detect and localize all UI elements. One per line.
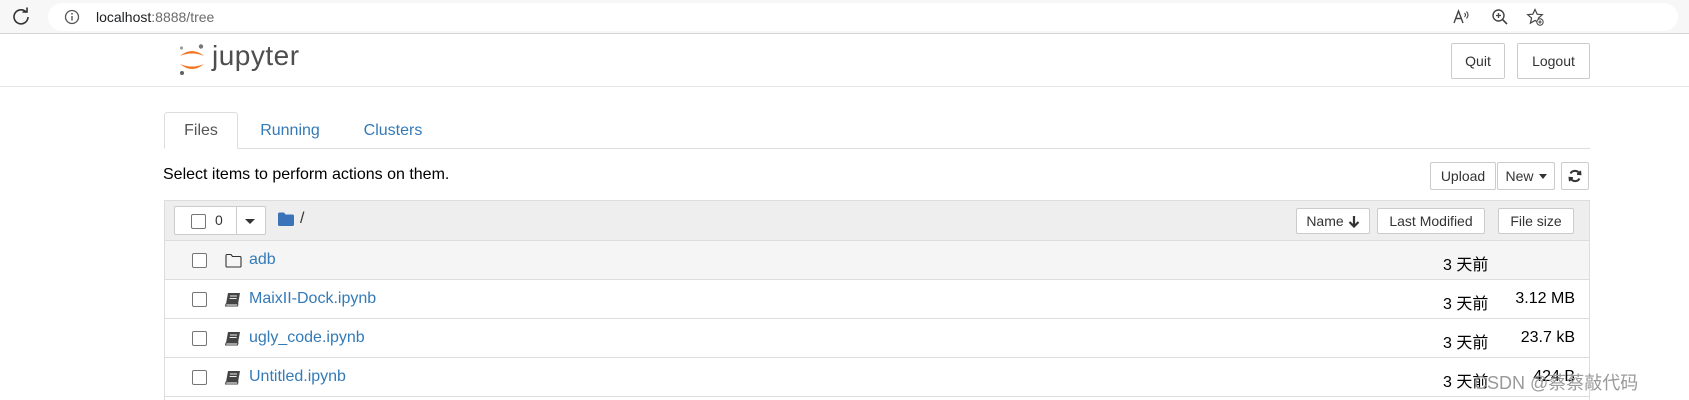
folder-outline-icon <box>225 253 242 268</box>
sort-by-name-button[interactable]: Name <box>1296 208 1370 234</box>
url-path: :8888/tree <box>151 9 215 25</box>
refresh-button[interactable] <box>1561 162 1589 190</box>
notebook-icon <box>225 293 240 307</box>
read-aloud-icon[interactable] <box>1452 8 1470 26</box>
row-checkbox[interactable] <box>192 331 207 346</box>
file-link[interactable]: MaixII-Dock.ipynb <box>249 290 376 308</box>
new-label: New <box>1505 168 1534 184</box>
url-host: localhost <box>96 9 152 25</box>
browser-toolbar: localhost:8888/tree <box>0 0 1689 34</box>
sort-by-modified-button[interactable]: Last Modified <box>1377 208 1485 234</box>
jupyter-header: jupyter Quit Logout <box>0 34 1689 87</box>
file-link[interactable]: Untitled.ipynb <box>249 368 346 386</box>
favorite-star-icon[interactable] <box>1526 8 1544 26</box>
caret-down-icon <box>1538 173 1547 179</box>
folder-icon[interactable] <box>278 212 294 226</box>
instructions-text: Select items to perform actions on them. <box>163 166 450 183</box>
quit-button[interactable]: Quit <box>1451 43 1505 79</box>
url-text[interactable]: localhost:8888/tree <box>96 9 214 25</box>
logout-button[interactable]: Logout <box>1517 43 1590 79</box>
reload-icon[interactable] <box>10 6 32 28</box>
file-modified: 3 天前 <box>1443 257 1489 274</box>
file-row[interactable]: Untitled.ipynb 3 天前 424 B <box>165 358 1589 397</box>
jupyter-logo-text[interactable]: jupyter <box>212 40 300 72</box>
arrow-down-icon <box>1348 215 1359 228</box>
select-all-checkbox[interactable] <box>191 214 206 229</box>
file-row[interactable]: MaixII-Dock.ipynb 3 天前 3.12 MB <box>165 280 1589 319</box>
watermark-text: CSDN @蔡蔡敲代码 <box>1474 373 1639 393</box>
sort-by-size-button[interactable]: File size <box>1498 208 1574 234</box>
breadcrumb-path[interactable]: / <box>300 210 304 228</box>
divider <box>236 207 237 234</box>
select-all-control[interactable]: 0 <box>174 206 266 235</box>
file-row[interactable]: ugly_code.ipynb 3 天前 23.7 kB <box>165 319 1589 358</box>
upload-button[interactable]: Upload <box>1430 162 1496 190</box>
file-list: 0 / Name Last Modified File size adb 3 天… <box>164 200 1590 400</box>
tab-running[interactable]: Running <box>250 112 330 149</box>
refresh-icon <box>1568 169 1582 183</box>
file-row[interactable]: adb 3 天前 <box>165 241 1589 280</box>
name-sort-label: Name <box>1306 213 1344 229</box>
file-link[interactable]: adb <box>249 251 276 269</box>
notebook-icon <box>225 371 240 385</box>
select-menu-caret-icon[interactable] <box>245 219 255 224</box>
tab-files[interactable]: Files <box>164 112 238 149</box>
address-bar[interactable]: localhost:8888/tree <box>48 3 1678 31</box>
notebook-icon <box>225 332 240 346</box>
row-checkbox[interactable] <box>192 370 207 385</box>
file-size: 23.7 kB <box>1520 329 1575 346</box>
tab-clusters[interactable]: Clusters <box>350 112 436 149</box>
row-checkbox[interactable] <box>192 292 207 307</box>
jupyter-logo-icon[interactable] <box>176 42 208 78</box>
selected-count: 0 <box>215 212 223 228</box>
file-size: 3.12 MB <box>1515 290 1575 307</box>
new-dropdown-button[interactable]: New <box>1497 162 1555 190</box>
file-link[interactable]: ugly_code.ipynb <box>249 329 365 347</box>
zoom-icon[interactable] <box>1491 8 1509 26</box>
info-icon[interactable] <box>64 9 80 25</box>
row-checkbox[interactable] <box>192 253 207 268</box>
file-list-header: 0 / Name Last Modified File size <box>165 201 1589 241</box>
